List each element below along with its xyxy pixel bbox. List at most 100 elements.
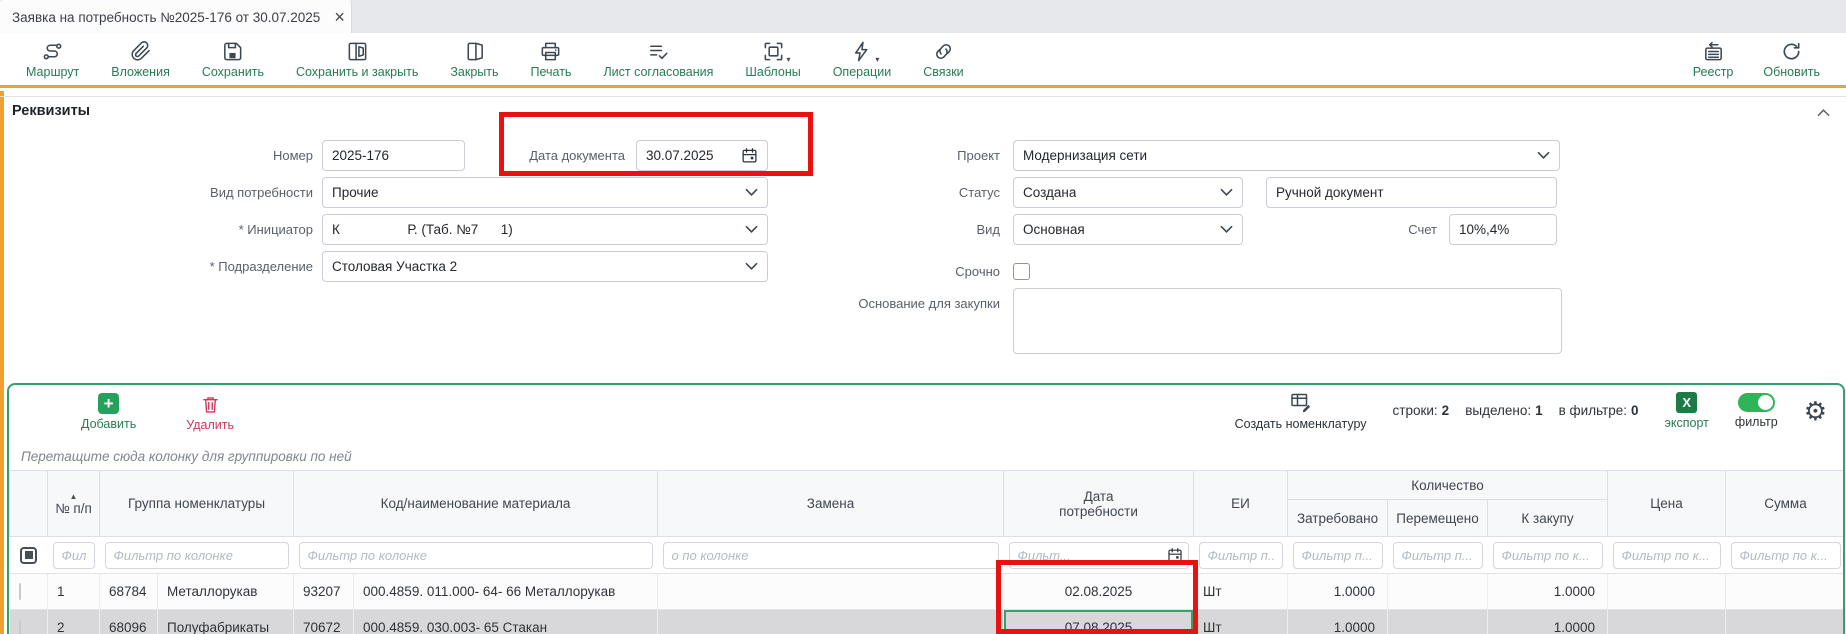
cell-ei[interactable]: Шт [1194,574,1288,610]
doc-source-field[interactable]: Ручной документ [1266,177,1557,208]
row-checkbox[interactable] [19,619,21,634]
filter-sum-input[interactable] [1731,542,1841,569]
toolbar-button-registry[interactable]: Реестр [1693,39,1734,79]
row-select-cell[interactable] [10,610,48,634]
cell-sum[interactable] [1726,574,1845,610]
cell-material-code[interactable]: 70672 [294,610,354,634]
header-date[interactable]: Дата потребности [1004,471,1194,537]
cell-ei[interactable]: Шт [1194,610,1288,634]
create-nomenclature-button[interactable]: Создать номенклатуру [1235,390,1367,431]
calendar-icon[interactable] [741,147,758,164]
toolbar-button-save-close[interactable]: Сохранить и закрыть [296,39,418,79]
cell-to-purchase[interactable]: 1.0000 [1488,574,1608,610]
field-label-need-type: Вид потребности [100,177,313,208]
save-icon [221,39,244,63]
filter-price-input[interactable] [1613,542,1721,569]
department-select[interactable]: Столовая Участка 2 [322,251,768,282]
header-zamena[interactable]: Замена [658,471,1004,537]
cell-moved[interactable] [1388,610,1488,634]
cell-requested[interactable]: 1.0000 [1288,574,1388,610]
tab-bar: Заявка на потребность №2025-176 от 30.07… [0,0,1846,33]
gear-icon[interactable]: ⚙ [1804,398,1827,424]
toolbar-button-approval-sheet[interactable]: Лист согласования [603,39,713,79]
header-group[interactable]: Группа номенклатуры [100,471,294,537]
row-checkbox[interactable] [19,583,21,600]
calendar-icon[interactable] [1167,547,1183,563]
toolbar-button-operations[interactable]: ▾ Операции [833,39,891,79]
filter-ei [1194,537,1288,574]
cell-zamena[interactable] [658,610,1004,634]
header-material[interactable]: Код/наименование материала [294,471,658,537]
filter-group-input[interactable] [105,542,289,569]
toolbar-button-route[interactable]: Маршрут [26,39,79,79]
delete-row-button[interactable]: Удалить [186,393,234,432]
document-tab[interactable]: Заявка на потребность №2025-176 от 30.07… [0,0,352,34]
toolbar-button-refresh[interactable]: Обновить [1763,39,1820,79]
select-all-checkbox[interactable] [20,547,37,564]
doc-date-field[interactable]: 30.07.2025 [636,140,768,171]
cell-group-name[interactable]: Полуфабрикаты [158,610,294,634]
number-field[interactable]: 2025-176 [322,140,465,171]
cell-price[interactable] [1608,574,1726,610]
export-excel-button[interactable]: X экспорт [1665,392,1709,430]
toolbar-button-save[interactable]: Сохранить [202,39,264,79]
filter-num-input[interactable] [53,542,95,569]
cell-requested[interactable]: 1.0000 [1288,610,1388,634]
field-label-initiator: * Инициатор [100,214,313,245]
cell-price[interactable] [1608,610,1726,634]
cell-group-code[interactable]: 68784 [100,574,158,610]
header-moved[interactable]: Перемещено [1388,500,1488,537]
toolbar-button-print[interactable]: Печать [531,39,572,79]
toolbar-button-templates[interactable]: ▾ Шаблоны [745,39,800,79]
filter-ei-input[interactable] [1199,542,1283,569]
tab-close-icon[interactable]: × [334,8,345,26]
cell-num[interactable]: 1 [48,574,100,610]
header-to-purchase[interactable]: К закупу [1488,500,1608,537]
table-row[interactable]: 1 68784 Металлорукав 93207 000.4859. 011… [10,574,1846,610]
filter-requested-input[interactable] [1293,542,1383,569]
cell-sum[interactable] [1726,610,1845,634]
toolbar-button-label: Вложения [111,65,170,79]
cell-to-purchase[interactable]: 1.0000 [1488,610,1608,634]
header-price[interactable]: Цена [1608,471,1726,537]
chevron-down-icon [745,225,758,234]
toolbar-button-links[interactable]: Связки [923,39,963,79]
add-row-button[interactable]: + Добавить [81,393,136,431]
cell-group-name[interactable]: Металлорукав [158,574,294,610]
filter-moved-input[interactable] [1393,542,1483,569]
kind-select[interactable]: Основная [1013,214,1243,245]
cell-moved[interactable] [1388,574,1488,610]
filter-material-input[interactable] [299,542,653,569]
cell-material-name[interactable]: 000.4859. 030.003- 65 Стакан [354,610,658,634]
collapse-section-icon[interactable] [1817,104,1830,122]
filter-date-input[interactable] [1009,542,1189,569]
filter-zamena-input[interactable] [663,542,999,569]
cell-material-code[interactable]: 93207 [294,574,354,610]
header-requested[interactable]: Затребовано [1288,500,1388,537]
account-field[interactable]: 10%,4% [1449,214,1557,245]
toolbar-button-attachments[interactable]: Вложения [111,39,170,79]
urgent-checkbox[interactable] [1013,263,1030,280]
cell-group-code[interactable]: 68096 [100,610,158,634]
cell-num[interactable]: 2 [48,610,100,634]
grid-toolbar-right: Создать номенклатуру строки:2 выделено:1… [1235,390,1827,431]
need-type-select[interactable]: Прочие [322,177,768,208]
cell-need-date-focused[interactable]: 07.08.2025 [1004,610,1194,634]
cell-material-name[interactable]: 000.4859. 011.000- 64- 66 Металлорукав [354,574,658,610]
cell-need-date[interactable]: 02.08.2025 [1004,574,1194,610]
status-select[interactable]: Создана [1013,177,1243,208]
toolbar-button-close[interactable]: Закрыть [450,39,498,79]
header-sum[interactable]: Сумма [1726,471,1845,537]
header-ei[interactable]: ЕИ [1194,471,1288,537]
table-row-selected[interactable]: 2 68096 Полуфабрикаты 70672 000.4859. 03… [10,610,1846,634]
printer-icon [539,39,562,63]
row-select-cell[interactable] [10,574,48,610]
filter-to-purchase-input[interactable] [1493,542,1603,569]
cell-zamena[interactable] [658,574,1004,610]
purchase-basis-textarea[interactable] [1013,288,1562,354]
initiator-select[interactable]: К Р. (Таб. №7 1) [322,214,768,245]
field-label-doc-date: Дата документа [470,140,625,171]
project-select[interactable]: Модернизация сети [1013,140,1560,171]
filter-toggle[interactable] [1738,393,1775,412]
header-num[interactable]: ▲№ п/п [48,471,100,537]
